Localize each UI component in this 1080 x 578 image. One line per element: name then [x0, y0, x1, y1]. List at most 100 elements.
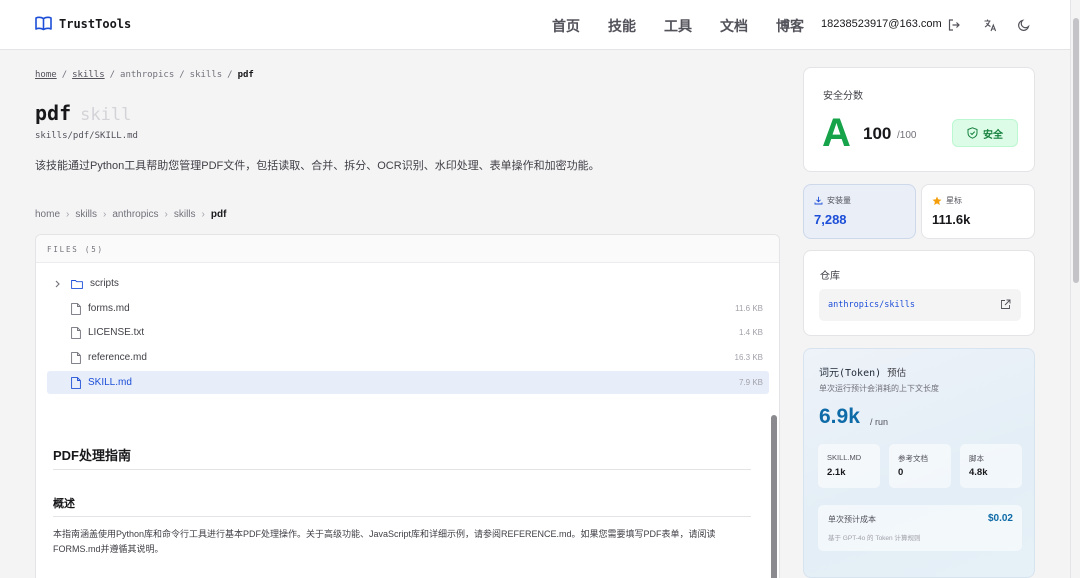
main-nav: 首页 技能 工具 文档 博客 — [552, 16, 804, 36]
preview-scrollbar[interactable] — [771, 415, 777, 578]
file-breadcrumb-owner[interactable]: anthropics — [112, 209, 158, 220]
breadcrumb-owner: anthropics — [120, 70, 175, 80]
file-size: 1.4 KB — [738, 328, 763, 337]
file-row-scripts[interactable]: scripts — [47, 272, 769, 295]
skill-path: skills/pdf/SKILL.md — [35, 131, 138, 141]
top-navbar: TrustTools 首页 技能 工具 文档 博客 18238523917@16… — [0, 0, 1070, 50]
stars-label: 星标 — [946, 196, 962, 205]
file-row-reference[interactable]: reference.md 16.3 KB — [47, 346, 769, 369]
nav-tools[interactable]: 工具 — [664, 16, 692, 36]
token-breakdown-label: 脚本 — [969, 454, 984, 463]
translate-icon[interactable] — [983, 18, 997, 32]
shield-check-icon — [967, 127, 978, 139]
stars-card: 星标 111.6k — [921, 184, 1035, 239]
logout-icon[interactable] — [947, 18, 961, 32]
token-subtitle: 单次运行预计会消耗的上下文长度 — [819, 384, 939, 393]
file-breadcrumb-repo[interactable]: skills — [174, 209, 196, 220]
token-breakdown-label: 参考文档 — [898, 454, 928, 463]
logo-text: TrustTools — [59, 16, 132, 31]
security-score-max: /100 — [897, 130, 917, 141]
installs-count: 7,288 — [814, 212, 847, 227]
file-name: scripts — [90, 278, 119, 289]
stars-label-row: 星标 — [932, 195, 962, 206]
file-name: LICENSE.txt — [88, 327, 145, 338]
nav-docs[interactable]: 文档 — [720, 16, 748, 36]
file-breadcrumb-home[interactable]: home — [35, 209, 60, 220]
chevron-right-icon[interactable] — [53, 279, 62, 289]
token-breakdown-skill: SKILL.MD 2.1k — [818, 444, 880, 488]
safe-badge-label: 安全 — [983, 129, 1003, 141]
file-breadcrumb: home › skills › anthropics › skills › pd… — [35, 209, 226, 220]
page-scrollbar[interactable] — [1070, 0, 1080, 578]
logo[interactable]: TrustTools — [35, 16, 131, 31]
file-icon — [71, 351, 81, 364]
file-icon — [71, 302, 81, 315]
token-title-row: 词元(Token) 预估 — [819, 364, 906, 379]
doc-paragraph: 本指南涵盖使用Python库和命令行工具进行基本PDF处理操作。关于高级功能、J… — [53, 529, 716, 554]
repository-card: 仓库 anthropics/skills — [803, 250, 1035, 336]
breadcrumb-repo: skills — [189, 70, 223, 80]
nav-skills[interactable]: 技能 — [608, 16, 636, 36]
repository-link[interactable]: anthropics/skills — [828, 300, 915, 310]
file-name: forms.md — [88, 303, 130, 314]
token-breakdown-reference: 参考文档 0 — [889, 444, 951, 488]
security-grade: A — [822, 111, 851, 155]
token-breakdown-value: 0 — [898, 467, 904, 478]
installs-label-row: 安装量 — [814, 195, 851, 206]
breadcrumb-home[interactable]: home — [35, 70, 57, 80]
download-icon — [814, 196, 823, 205]
stars-count: 111.6k — [932, 212, 971, 227]
page-title-row: pdf skill — [35, 101, 131, 125]
cost-value: $0.02 — [987, 513, 1013, 524]
token-breakdown-label: SKILL.MD — [827, 453, 862, 462]
divider — [53, 469, 751, 470]
security-score-label: 安全分数 — [823, 91, 863, 102]
breadcrumb-current: pdf — [237, 70, 254, 80]
token-unit: / run — [870, 417, 889, 427]
divider — [53, 516, 751, 517]
token-estimate-card: 词元(Token) 预估 单次运行预计会消耗的上下文长度 6.9k / run S… — [803, 348, 1035, 578]
token-title: 词元(Token) — [819, 368, 882, 379]
nav-home[interactable]: 首页 — [552, 16, 580, 36]
file-name: reference.md — [88, 352, 147, 363]
doc-subheading: 概述 — [53, 498, 75, 510]
file-name: SKILL.md — [88, 377, 132, 388]
file-size: 11.6 KB — [735, 304, 763, 313]
external-link-icon[interactable] — [1000, 299, 1011, 310]
file-row-skill-selected[interactable]: SKILL.md 7.9 KB — [47, 371, 769, 394]
folder-icon — [71, 279, 83, 289]
cost-label: 单次预计成本 — [828, 515, 876, 524]
breadcrumb-skills[interactable]: skills — [72, 70, 105, 80]
file-size: 7.9 KB — [738, 378, 763, 387]
skill-description: 该技能通过Python工具帮助您管理PDF文件，包括读取、合并、拆分、OCR识别… — [35, 160, 600, 172]
moon-icon[interactable] — [1017, 18, 1031, 32]
chevron-right-icon: › — [164, 209, 168, 220]
file-row-forms[interactable]: forms.md 11.6 KB — [47, 297, 769, 320]
security-score: 100 — [863, 124, 892, 143]
security-score-card: 安全分数 A 100 /100 安全 — [803, 67, 1035, 172]
file-breadcrumb-skills[interactable]: skills — [75, 209, 97, 220]
repository-label: 仓库 — [820, 271, 840, 282]
file-row-license[interactable]: LICENSE.txt 1.4 KB — [47, 321, 769, 344]
files-header: FILES (5) — [36, 235, 779, 263]
token-breakdown-value: 2.1k — [827, 467, 846, 478]
files-panel: FILES (5) scripts forms.md 11.6 KB LICEN… — [35, 234, 780, 578]
page-title-suffix: skill — [80, 105, 132, 125]
token-breakdown-scripts: 脚本 4.8k — [960, 444, 1022, 488]
file-icon — [71, 376, 81, 389]
installs-card: 安装量 7,288 — [803, 184, 916, 239]
star-icon — [932, 196, 942, 205]
nav-blog[interactable]: 博客 — [776, 16, 804, 36]
token-total: 6.9k — [819, 405, 860, 428]
page-title: pdf — [35, 101, 72, 125]
user-email[interactable]: 18238523917@163.com — [821, 18, 942, 30]
cost-estimate: 单次预计成本 $0.02 基于 GPT-4o 的 Token 计算规则 — [818, 505, 1022, 551]
doc-heading: PDF处理指南 — [53, 448, 132, 463]
breadcrumb: home / skills / anthropics / skills / pd… — [35, 70, 254, 80]
repository-link-box[interactable]: anthropics/skills — [819, 289, 1021, 321]
installs-label: 安装量 — [827, 196, 851, 205]
file-icon — [71, 326, 81, 339]
chevron-right-icon: › — [201, 209, 205, 220]
token-title-estimate: 预估 — [887, 368, 907, 379]
page-scroll-thumb[interactable] — [1073, 18, 1079, 283]
